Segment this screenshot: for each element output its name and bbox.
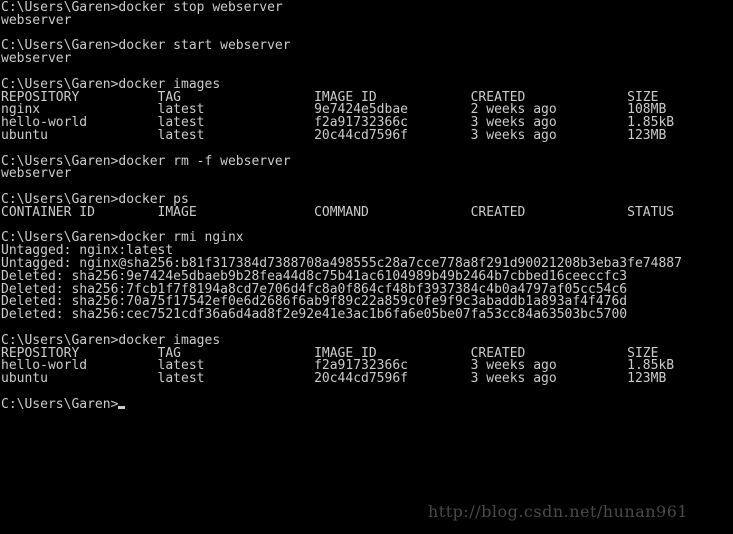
prompt-text: C:\Users\Garen> [1, 396, 119, 412]
terminal-line: ubuntu latest 20c44cd7596f 3 weeks ago 1… [1, 127, 667, 143]
terminal-window[interactable]: C:\Users\Garen>docker stop webserver webs… [0, 0, 733, 534]
terminal-line: Deleted: sha256:cec7521cdf36a6d4ad8f2e92… [1, 307, 628, 323]
text-cursor [118, 405, 126, 409]
terminal-line: C:\Users\Garen>docker stop webserver [1, 0, 283, 15]
terminal-line: ubuntu latest 20c44cd7596f 3 weeks ago 1… [1, 371, 667, 387]
terminal-line: webserver [1, 166, 72, 182]
terminal-output: C:\Users\Garen>docker stop webserver webs… [1, 0, 733, 399]
terminal-line: C:\Users\Garen>docker start webserver [1, 38, 291, 54]
terminal-line: C:\Users\Garen>docker rm -f webserver [1, 153, 291, 169]
terminal-prompt-line: C:\Users\Garen> [1, 396, 733, 412]
terminal-line: webserver [1, 12, 72, 28]
terminal-line: webserver [1, 51, 72, 67]
terminal-line: CONTAINER ID IMAGE COMMAND CREATED STATU… [1, 204, 675, 220]
watermark-url: http://blog.csdn.net/hunan961 [428, 502, 689, 521]
